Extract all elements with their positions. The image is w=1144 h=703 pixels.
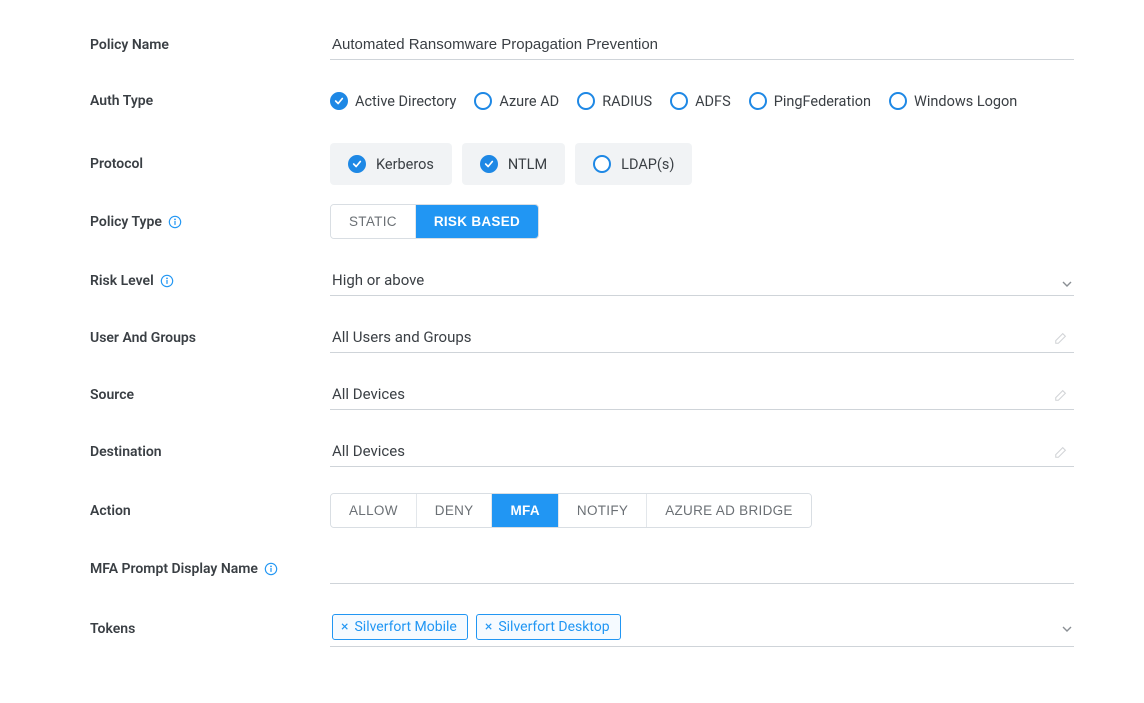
auth-type-option[interactable]: ADFS — [670, 92, 731, 110]
row-policy-type: Policy Type STATICRISK BASED — [90, 204, 1074, 239]
row-user-groups: User And Groups All Users and Groups — [90, 322, 1074, 353]
label-policy-name: Policy Name — [90, 37, 330, 53]
source-value: All Devices — [332, 385, 405, 403]
label-user-groups: User And Groups — [90, 330, 330, 346]
tokens-multiselect[interactable]: × Silverfort Mobile × Silverfort Desktop — [330, 610, 1074, 647]
close-icon[interactable]: × — [485, 620, 492, 634]
protocol-option-label: LDAP(s) — [621, 156, 674, 173]
chevron-down-icon — [1062, 622, 1072, 632]
protocol-option-label: Kerberos — [376, 156, 434, 173]
label-policy-type: Policy Type — [90, 214, 330, 230]
policy-type-segment: STATICRISK BASED — [330, 204, 539, 239]
info-icon[interactable] — [264, 562, 278, 576]
pencil-icon[interactable] — [1054, 445, 1068, 459]
checkbox-unchecked-icon — [593, 155, 611, 173]
user-groups-value: All Users and Groups — [332, 328, 472, 346]
destination-field[interactable]: All Devices — [330, 436, 1074, 467]
row-mfa-prompt: MFA Prompt Display Name — [90, 554, 1074, 584]
auth-type-group: Active Directory Azure AD RADIUS ADFS PingFe… — [330, 92, 1017, 110]
info-icon[interactable] — [160, 274, 174, 288]
pencil-icon[interactable] — [1054, 331, 1068, 345]
auth-type-option-label: Windows Logon — [914, 93, 1017, 110]
token-chip[interactable]: × Silverfort Desktop — [476, 614, 621, 640]
token-chip-label: Silverfort Mobile — [354, 619, 456, 635]
row-source: Source All Devices — [90, 379, 1074, 410]
risk-level-value: High or above — [332, 271, 424, 289]
mfa-prompt-input[interactable] — [330, 554, 1074, 584]
label-mfa-prompt: MFA Prompt Display Name — [90, 561, 330, 577]
label-tokens: Tokens — [90, 621, 330, 637]
action-option[interactable]: DENY — [417, 494, 493, 527]
action-option[interactable]: NOTIFY — [559, 494, 647, 527]
label-action: Action — [90, 503, 330, 519]
auth-type-option[interactable]: RADIUS — [577, 92, 652, 110]
protocol-option-label: NTLM — [508, 156, 547, 173]
radio-checked-icon — [330, 92, 348, 110]
auth-type-option[interactable]: Active Directory — [330, 92, 456, 110]
action-option[interactable]: ALLOW — [331, 494, 417, 527]
token-chip[interactable]: × Silverfort Mobile — [332, 614, 468, 640]
row-destination: Destination All Devices — [90, 436, 1074, 467]
label-mfa-prompt-text: MFA Prompt Display Name — [90, 561, 258, 577]
label-auth-type: Auth Type — [90, 93, 330, 109]
risk-level-select[interactable]: High or above — [330, 265, 1074, 296]
action-segment: ALLOWDENYMFANOTIFYAZURE AD BRIDGE — [330, 493, 812, 528]
user-groups-field[interactable]: All Users and Groups — [330, 322, 1074, 353]
row-protocol: Protocol Kerberos NTLM LDAP(s) — [90, 142, 1074, 186]
chevron-down-icon — [1062, 275, 1072, 285]
label-risk-level-text: Risk Level — [90, 273, 154, 289]
auth-type-option[interactable]: Windows Logon — [889, 92, 1017, 110]
radio-unchecked-icon — [889, 92, 907, 110]
policy-form: Policy Name Auth Type Active Directory Az… — [0, 0, 1144, 703]
protocol-option[interactable]: LDAP(s) — [575, 143, 692, 185]
action-option[interactable]: AZURE AD BRIDGE — [647, 494, 811, 527]
auth-type-option-label: RADIUS — [602, 93, 652, 110]
label-risk-level: Risk Level — [90, 273, 330, 289]
destination-value: All Devices — [332, 442, 405, 460]
auth-type-option[interactable]: Azure AD — [474, 92, 559, 110]
radio-unchecked-icon — [577, 92, 595, 110]
policy-type-option[interactable]: STATIC — [331, 205, 416, 238]
info-icon[interactable] — [168, 215, 182, 229]
policy-type-option[interactable]: RISK BASED — [416, 205, 538, 238]
row-tokens: Tokens × Silverfort Mobile × Silverfort Des… — [90, 610, 1074, 647]
protocol-option[interactable]: NTLM — [462, 143, 565, 185]
auth-type-option-label: Active Directory — [355, 93, 456, 110]
close-icon[interactable]: × — [341, 620, 348, 634]
row-policy-name: Policy Name — [90, 30, 1074, 60]
auth-type-option[interactable]: PingFederation — [749, 92, 871, 110]
protocol-option[interactable]: Kerberos — [330, 143, 452, 185]
checkbox-checked-icon — [348, 155, 366, 173]
auth-type-option-label: ADFS — [695, 93, 731, 110]
row-auth-type: Auth Type Active Directory Azure AD RADIUS… — [90, 86, 1074, 116]
pencil-icon[interactable] — [1054, 388, 1068, 402]
policy-name-input[interactable] — [330, 30, 1074, 60]
radio-unchecked-icon — [670, 92, 688, 110]
auth-type-option-label: PingFederation — [774, 93, 871, 110]
source-field[interactable]: All Devices — [330, 379, 1074, 410]
auth-type-option-label: Azure AD — [499, 93, 559, 110]
protocol-group: Kerberos NTLM LDAP(s) — [330, 143, 692, 185]
label-source: Source — [90, 387, 330, 403]
row-risk-level: Risk Level High or above — [90, 265, 1074, 296]
checkbox-checked-icon — [480, 155, 498, 173]
radio-unchecked-icon — [474, 92, 492, 110]
label-protocol: Protocol — [90, 156, 330, 172]
row-action: Action ALLOWDENYMFANOTIFYAZURE AD BRIDGE — [90, 493, 1074, 528]
label-destination: Destination — [90, 444, 330, 460]
action-option[interactable]: MFA — [492, 494, 558, 527]
radio-unchecked-icon — [749, 92, 767, 110]
label-policy-type-text: Policy Type — [90, 214, 162, 230]
token-chip-label: Silverfort Desktop — [498, 619, 609, 635]
